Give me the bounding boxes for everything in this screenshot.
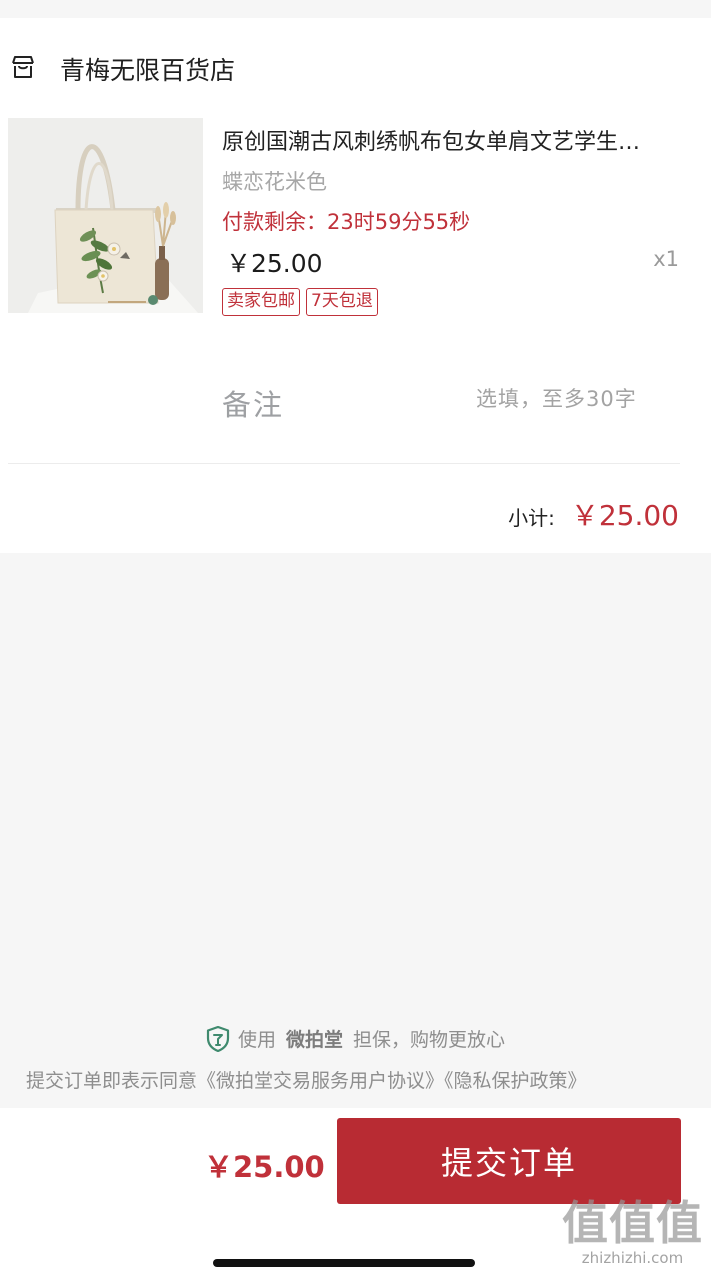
terms-link[interactable]: 《微拍堂交易服务用户协议》 <box>197 1070 444 1092</box>
guarantee-brand: 微拍堂 <box>285 1029 343 1051</box>
remark-input[interactable] <box>476 384 680 414</box>
agreement-notice: 提交订单即表示同意《微拍堂交易服务用户协议》《隐私保护政策》 <box>26 1066 587 1093</box>
product-variant: 蝶恋花米色 <box>222 170 327 194</box>
service-tags: 卖家包邮 7天包退 <box>222 288 378 316</box>
subtotal-label: 小计: <box>508 506 555 530</box>
tote-bag-image <box>8 118 203 313</box>
subtotal: 小计: ￥25.00 <box>508 494 679 534</box>
payment-countdown: 付款剩余：23时59分55秒 <box>222 210 471 234</box>
checkout-page: 青梅无限百货店 原创国潮古风刺绣帆布包女单肩文艺学生… 蝶恋花米色 付款剩余：2… <box>0 0 711 1280</box>
product-price: ￥25.00 <box>226 249 323 278</box>
watermark-sub: zhizhizhi.com <box>581 1249 684 1267</box>
free-shipping-tag: 卖家包邮 <box>222 288 300 316</box>
subtotal-value: ￥25.00 <box>570 499 679 532</box>
guarantee-prefix: 使用 <box>237 1029 276 1051</box>
order-card: 青梅无限百货店 原创国潮古风刺绣帆布包女单肩文艺学生… 蝶恋花米色 付款剩余：2… <box>0 18 711 553</box>
divider <box>8 463 680 464</box>
agreement-text: 提交订单即表示同意 <box>26 1070 198 1092</box>
seven-day-return-tag: 7天包退 <box>306 288 378 316</box>
store-name: 青梅无限百货店 <box>60 56 236 85</box>
watermark-main: 值值值 <box>562 1196 703 1250</box>
product-title[interactable]: 原创国潮古风刺绣帆布包女单肩文艺学生… <box>222 124 672 156</box>
order-total: ￥25.00 <box>204 1150 325 1184</box>
shield-icon <box>206 1025 230 1052</box>
product-quantity: x1 <box>653 247 679 271</box>
product-image[interactable] <box>8 118 203 313</box>
store-icon <box>12 56 34 78</box>
home-indicator <box>213 1259 475 1267</box>
remark-label: 备注 <box>222 388 285 422</box>
submit-order-button[interactable]: 提交订单 <box>337 1118 681 1204</box>
privacy-link[interactable]: 《隐私保护政策》 <box>444 1070 587 1092</box>
guarantee-notice: 使用 微拍堂 担保，购物更放心 <box>0 1025 711 1052</box>
guarantee-suffix: 担保，购物更放心 <box>353 1029 506 1051</box>
site-watermark: 值值值 zhizhizhi.com <box>562 1197 703 1267</box>
top-strip <box>0 0 711 18</box>
